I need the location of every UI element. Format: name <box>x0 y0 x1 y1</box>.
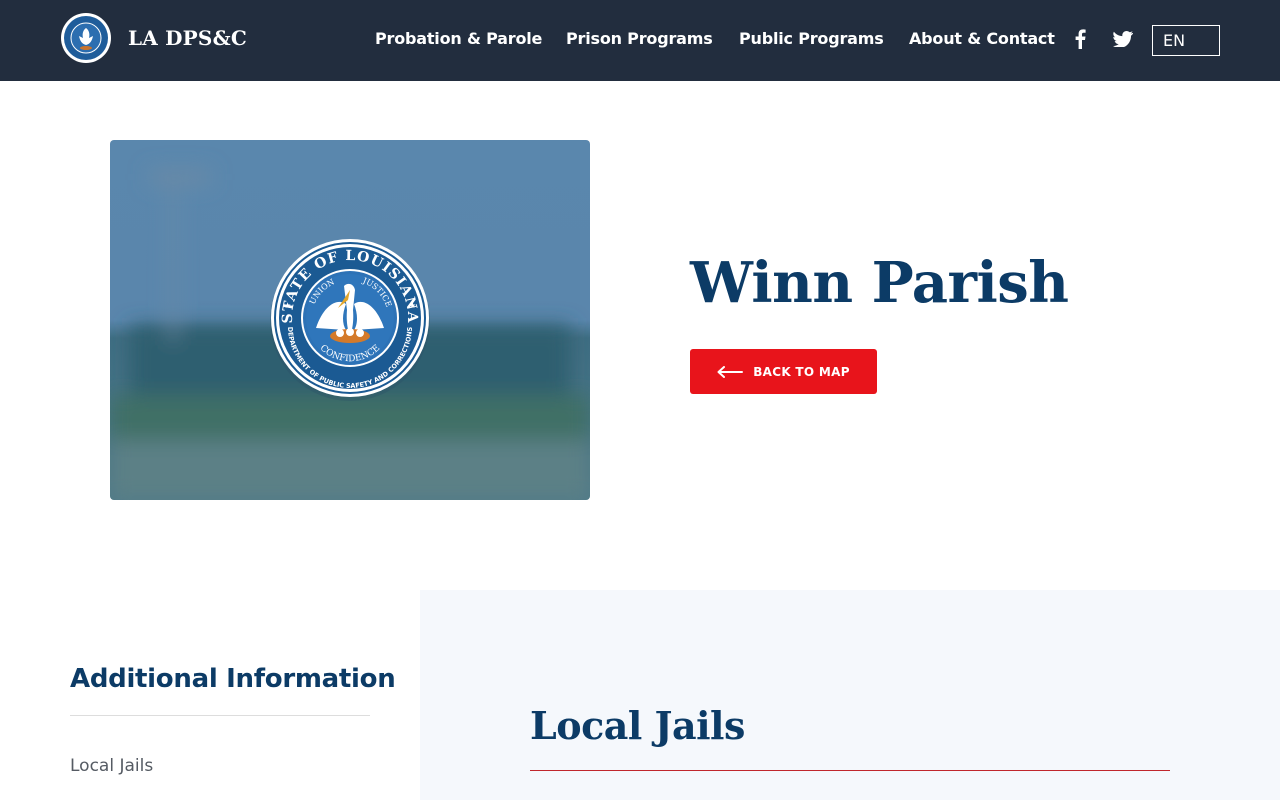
nav-prison-programs[interactable]: Prison Programs <box>566 29 713 48</box>
nav-public-programs[interactable]: Public Programs <box>739 29 884 48</box>
nav-about-contact[interactable]: About & Contact <box>909 29 1055 48</box>
section-divider <box>530 770 1170 771</box>
louisiana-seal-icon <box>61 13 111 63</box>
seal-star-right: ★ <box>409 301 416 310</box>
site-name: LA DPS&C <box>128 26 247 50</box>
twitter-icon[interactable] <box>1113 28 1133 50</box>
blurred-facility-background: STATE OF LOUISIANA UNION JUSTICE CONFIDE… <box>110 140 590 500</box>
back-to-map-label: BACK TO MAP <box>753 364 850 379</box>
content-panel <box>420 590 1280 800</box>
top-navigation-bar: LA DPS&C Probation & Parole Prison Progr… <box>0 0 1280 81</box>
home-logo-link[interactable]: LA DPS&C <box>60 12 247 64</box>
arrow-left-icon <box>717 365 744 378</box>
sidebar-link-local-jails[interactable]: Local Jails <box>70 756 153 776</box>
sidebar-divider <box>70 715 370 716</box>
back-to-map-button[interactable]: BACK TO MAP <box>690 349 877 394</box>
facebook-icon[interactable] <box>1070 28 1090 50</box>
nav-probation-parole[interactable]: Probation & Parole <box>375 29 542 48</box>
sidebar-title: Additional Information <box>70 664 396 694</box>
hero-image: STATE OF LOUISIANA UNION JUSTICE CONFIDE… <box>110 140 590 500</box>
section-title: Local Jails <box>530 703 745 748</box>
page-title: Winn Parish <box>690 250 1069 316</box>
seal-star-left: ★ <box>284 301 291 310</box>
language-selector[interactable]: EN <box>1152 25 1220 56</box>
